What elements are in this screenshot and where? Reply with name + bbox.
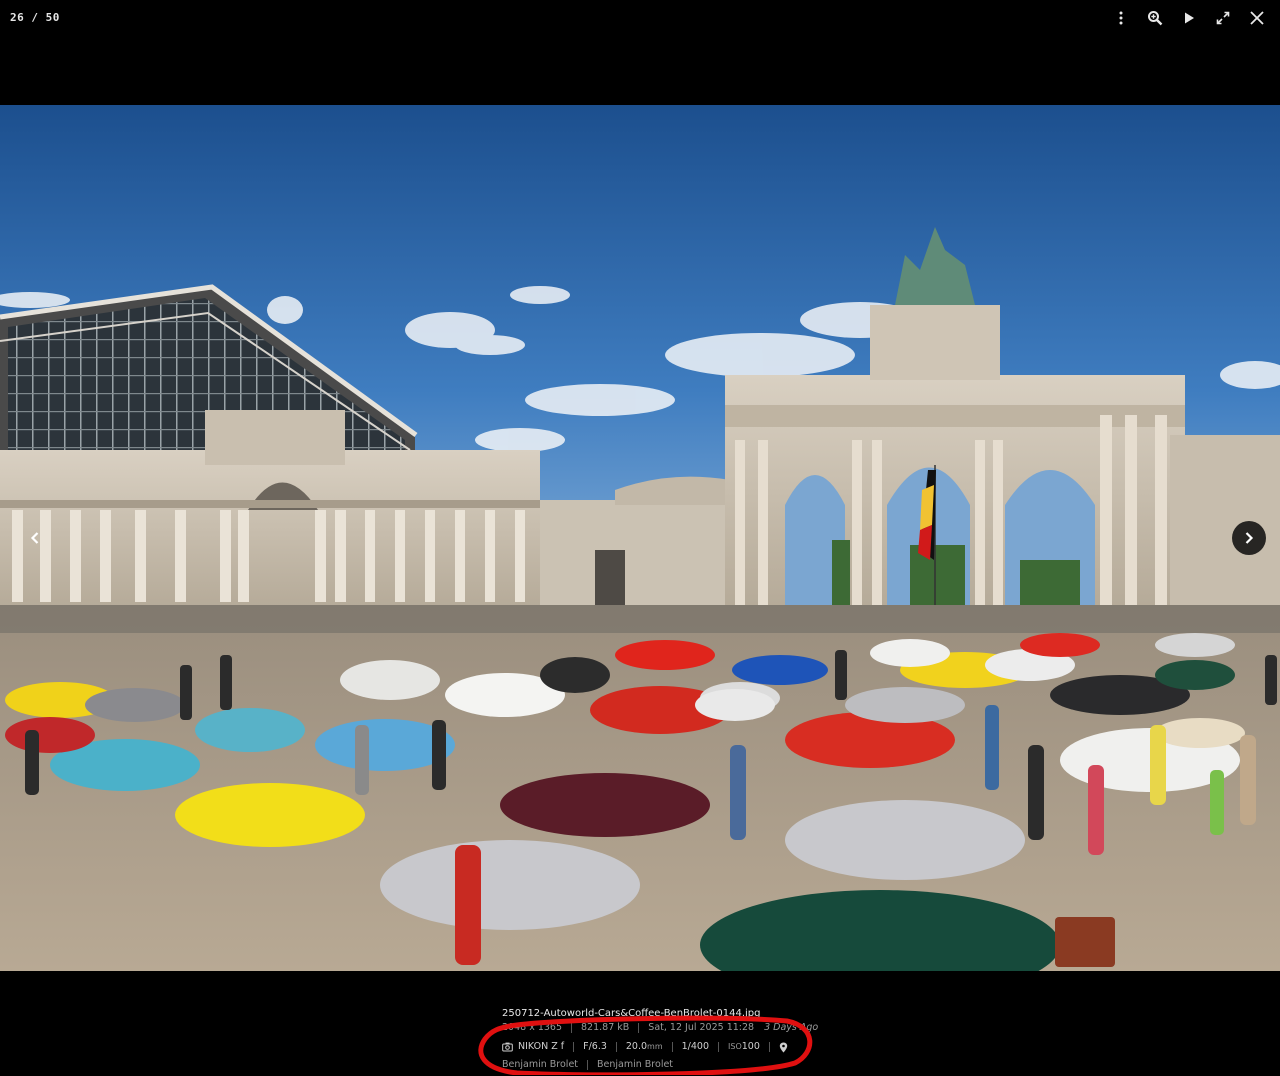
relative-date: 3 Days Ago xyxy=(764,1022,819,1033)
iso-label: ISO xyxy=(728,1042,742,1051)
play-icon[interactable] xyxy=(1174,6,1204,30)
image-counter: 26 / 50 xyxy=(10,11,60,24)
more-vertical-icon[interactable] xyxy=(1106,6,1136,30)
zoom-icon[interactable] xyxy=(1140,6,1170,30)
previous-image-button[interactable] xyxy=(18,521,52,555)
location-pin-icon[interactable] xyxy=(779,1042,788,1053)
divider xyxy=(573,1042,575,1052)
focal-length: 20.0mm xyxy=(626,1040,663,1054)
divider xyxy=(638,1023,640,1033)
aperture: F/6.3 xyxy=(583,1041,607,1052)
image-caption: 250712-Autoworld-Cars&Coffee-BenBrolet-0… xyxy=(502,1007,818,1072)
divider xyxy=(587,1060,589,1070)
shutter-speed: 1/400 xyxy=(681,1041,710,1052)
camera-icon xyxy=(502,1042,513,1052)
iso: ISO100 xyxy=(728,1040,760,1054)
divider xyxy=(768,1042,770,1052)
focal-length-unit: mm xyxy=(647,1042,663,1051)
fullscreen-icon[interactable] xyxy=(1208,6,1238,30)
credits-row: Benjamin Brolet Benjamin Brolet xyxy=(502,1058,818,1072)
artist-name: Benjamin Brolet xyxy=(502,1059,579,1070)
image-dimensions: 2048 x 1365 xyxy=(502,1022,563,1033)
main-photo xyxy=(0,105,1280,971)
capture-date: Sat, 12 Jul 2025 11:28 xyxy=(648,1022,755,1033)
file-size: 821.87 kB xyxy=(581,1022,630,1033)
close-icon[interactable] xyxy=(1242,6,1272,30)
file-name: 250712-Autoworld-Cars&Coffee-BenBrolet-0… xyxy=(502,1008,761,1019)
iso-value: 100 xyxy=(741,1041,760,1052)
viewer-toolbar xyxy=(1106,6,1272,30)
chevron-right-icon xyxy=(1245,532,1254,544)
divider xyxy=(571,1023,573,1033)
camera-model: NIKON Z f xyxy=(518,1041,565,1052)
next-image-button[interactable] xyxy=(1232,521,1266,555)
copyright-holder: Benjamin Brolet xyxy=(597,1059,674,1070)
file-info-row: 2048 x 1365 821.87 kB Sat, 12 Jul 2025 1… xyxy=(502,1021,818,1035)
divider xyxy=(718,1042,720,1052)
divider xyxy=(671,1042,673,1052)
focal-length-value: 20.0 xyxy=(625,1041,648,1052)
exif-row: NIKON Z f F/6.3 20.0mm 1/400 ISO100 xyxy=(502,1040,818,1054)
chevron-left-icon xyxy=(30,532,39,544)
divider xyxy=(615,1042,617,1052)
